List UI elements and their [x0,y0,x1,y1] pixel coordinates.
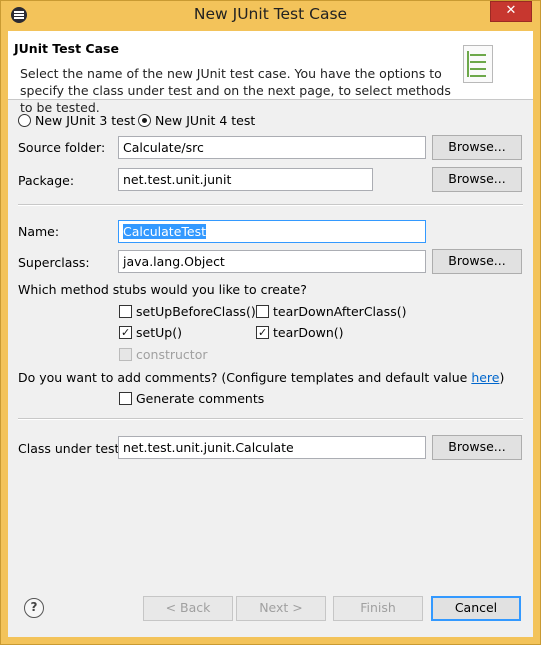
generate-comments-checkbox[interactable] [119,392,132,405]
teardownafterclass-checkbox[interactable] [256,305,269,318]
teardown-label[interactable]: tearDown() [273,325,344,340]
teardown-checkbox[interactable] [256,326,269,339]
superclass-label: Superclass: [18,255,90,270]
configure-templates-link[interactable]: here [471,370,499,385]
class-under-test-label: Class under test: [18,441,124,456]
back-button: < Back [143,596,233,621]
close-button[interactable]: ✕ [490,1,532,22]
next-button: Next > [236,596,326,621]
banner-title: JUnit Test Case [14,41,119,56]
comments-question-prefix: Do you want to add comments? (Configure … [18,370,472,385]
constructor-checkbox [119,348,132,361]
source-folder-field[interactable]: Calculate/src [118,136,426,159]
setup-checkbox[interactable] [119,326,132,339]
junit4-label[interactable]: New JUnit 4 test [155,113,255,128]
method-stubs-question: Which method stubs would you like to cre… [18,282,307,297]
setupbeforeclass-label[interactable]: setUpBeforeClass() [136,304,256,319]
source-folder-label: Source folder: [18,140,106,155]
generate-comments-label[interactable]: Generate comments [136,391,264,406]
class-under-test-browse-button[interactable]: Browse... [432,435,522,460]
junit3-radio[interactable] [18,114,31,127]
name-label: Name: [18,224,60,239]
comments-question-suffix: ) [499,370,505,385]
teardownafterclass-label[interactable]: tearDownAfterClass() [273,304,406,319]
comments-question: Do you want to add comments? (Configure … [18,370,504,385]
banner-description: Select the name of the new JUnit test ca… [20,66,451,115]
constructor-label: constructor [136,347,208,362]
junit-wizard-icon [463,45,493,83]
name-value: CalculateTest [123,224,206,239]
package-browse-button[interactable]: Browse... [432,167,522,192]
name-field[interactable]: CalculateTest [118,220,426,243]
junit4-radio[interactable] [138,114,151,127]
superclass-browse-button[interactable]: Browse... [432,249,522,274]
cancel-button[interactable]: Cancel [431,596,521,621]
setupbeforeclass-checkbox[interactable] [119,305,132,318]
source-folder-browse-button[interactable]: Browse... [432,135,522,160]
separator [18,418,523,420]
window-title: New JUnit Test Case [193,5,348,23]
finish-button: Finish [333,596,423,621]
class-under-test-field[interactable]: net.test.unit.junit.Calculate [118,436,426,459]
package-field[interactable]: net.test.unit.junit [118,168,373,191]
setup-label[interactable]: setUp() [136,325,182,340]
junit3-label[interactable]: New JUnit 3 test [35,113,135,128]
separator [18,204,523,206]
package-label: Package: [18,173,75,188]
superclass-field[interactable]: java.lang.Object [118,250,426,273]
help-icon[interactable]: ? [24,598,44,618]
